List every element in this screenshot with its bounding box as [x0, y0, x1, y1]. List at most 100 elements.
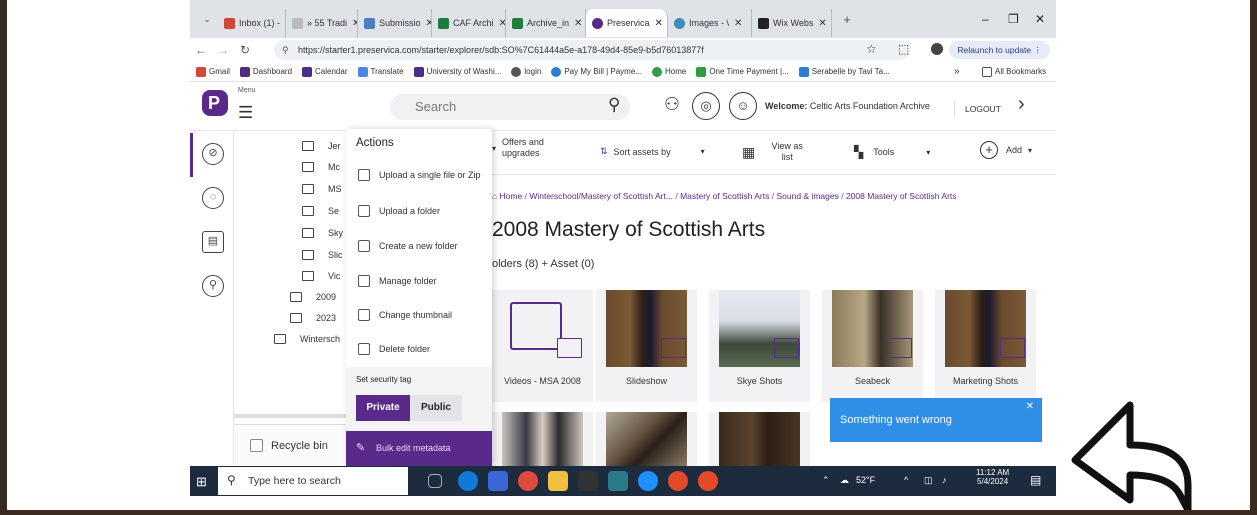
forward-icon[interactable]: →: [212, 43, 234, 57]
tray-chevron-icon[interactable]: ⌃: [822, 475, 830, 486]
logout-icon[interactable]: ›: [1018, 93, 1025, 116]
edge-icon[interactable]: [458, 471, 478, 491]
tab-wix[interactable]: Wix Webs ✕: [752, 9, 832, 37]
close-icon[interactable]: ✕: [574, 18, 582, 29]
folder-card[interactable]: [596, 412, 697, 466]
close-icon[interactable]: ✕: [734, 18, 742, 29]
discover-icon[interactable]: ◌: [202, 187, 224, 209]
bookmark-uw[interactable]: University of Washi...: [413, 66, 501, 77]
folder-card[interactable]: Slideshow: [596, 290, 697, 402]
tab-gmail[interactable]: Inbox (1) -✕: [218, 9, 286, 37]
tools-button[interactable]: ▚ Tools ▾: [854, 145, 930, 159]
url-input[interactable]: ⚲ https://starter1.preservica.com/starte…: [274, 40, 910, 60]
bookmark-paybill[interactable]: Pay My Bill | Payme...: [551, 66, 642, 77]
user-icon[interactable]: ☺: [729, 92, 757, 120]
delete-folder-item[interactable]: Delete folder: [358, 343, 430, 355]
more-bookmarks-button[interactable]: »: [954, 66, 960, 77]
tree-item[interactable]: MS: [302, 184, 342, 194]
sort-button[interactable]: ⇅ Sort assets by ▾: [600, 146, 705, 157]
tree-item[interactable]: Mc: [302, 162, 340, 172]
profile-icon[interactable]: [931, 43, 943, 55]
file-explorer-icon[interactable]: [548, 471, 568, 491]
tab-submission[interactable]: Submissio✕: [358, 9, 432, 37]
volume-icon[interactable]: ♪: [942, 475, 947, 485]
close-icon[interactable]: ✕: [818, 18, 826, 29]
tab-archive-in[interactable]: Archive_in ✕: [506, 9, 586, 37]
preservica-logo[interactable]: [202, 90, 228, 116]
private-button[interactable]: Private: [356, 395, 410, 421]
task-view-icon[interactable]: [428, 474, 442, 488]
bookmark-dashboard[interactable]: Dashboard: [239, 66, 292, 77]
upload-file-item[interactable]: Upload a single file or Zip: [358, 169, 481, 181]
bookmark-home[interactable]: Home: [651, 66, 686, 77]
close-icon[interactable]: ✕: [1026, 385, 1034, 429]
chrome-icon[interactable]: [668, 471, 688, 491]
app-icon[interactable]: [608, 471, 628, 491]
chrome-icon[interactable]: [698, 471, 718, 491]
logout-button[interactable]: LOGOUT: [954, 101, 1001, 117]
tree-item[interactable]: Slic: [302, 250, 343, 260]
extensions-icon[interactable]: ⬚: [898, 42, 909, 56]
tab-images[interactable]: Images - \ ✕: [668, 9, 752, 37]
folder-card[interactable]: [492, 412, 593, 466]
folder-card[interactable]: Marketing Shots: [935, 290, 1036, 402]
tree-scrollbar[interactable]: [234, 414, 346, 418]
manage-folder-item[interactable]: Manage folder: [358, 275, 437, 287]
tree-item[interactable]: Vic: [302, 271, 340, 281]
folder-card[interactable]: Skye Shots: [709, 290, 810, 402]
network-icon[interactable]: ◫: [924, 475, 933, 486]
tree-item[interactable]: Wintersch: [274, 334, 340, 344]
search-icon[interactable]: ⚲: [608, 95, 620, 115]
close-icon[interactable]: ✕: [499, 18, 505, 29]
breadcrumb-mastery[interactable]: Mastery of Scottish Arts: [680, 191, 769, 201]
public-button[interactable]: Public: [410, 395, 462, 421]
maximize-icon[interactable]: ❐: [1008, 12, 1019, 26]
bookmark-translate[interactable]: Translate: [357, 66, 404, 77]
relaunch-button[interactable]: Relaunch to update ⋮: [949, 41, 1050, 59]
explore-icon[interactable]: ⊘: [202, 143, 224, 165]
search-input[interactable]: Search: [390, 94, 630, 120]
windows-icon[interactable]: ⊞: [196, 474, 207, 490]
star-icon[interactable]: ☆: [866, 42, 877, 56]
bookmark-calendar[interactable]: Calendar: [302, 66, 348, 77]
bookmark-serabelle[interactable]: Serabelle by Tavi Ta...: [798, 66, 890, 77]
tree-item[interactable]: Se: [302, 206, 339, 216]
tab-tradition[interactable]: » 55 Tradi✕: [286, 9, 358, 37]
folder-card[interactable]: Videos - MSA 2008: [492, 290, 593, 402]
dropbox-icon[interactable]: [638, 471, 658, 491]
close-icon[interactable]: ✕: [655, 18, 663, 29]
folder-card[interactable]: Seabeck: [822, 290, 923, 402]
upload-folder-item[interactable]: Upload a folder: [358, 205, 440, 217]
folder-card[interactable]: [709, 412, 810, 466]
tree-item[interactable]: Sky: [302, 228, 343, 238]
clock[interactable]: 11:12 AM 5/4/2024: [976, 468, 1009, 486]
add-button[interactable]: + Add ▾: [980, 141, 1032, 159]
tree-item[interactable]: 2009: [290, 292, 336, 302]
back-icon[interactable]: ←: [190, 43, 212, 57]
hamburger-icon[interactable]: ☰: [238, 103, 253, 123]
minimize-icon[interactable]: –: [982, 12, 989, 26]
site-info-icon[interactable]: ⚲: [282, 40, 289, 60]
breadcrumb-sound-images[interactable]: Sound & images: [776, 191, 838, 201]
tab-preservica[interactable]: Preservica ✕: [586, 9, 668, 37]
close-window-icon[interactable]: ✕: [1035, 12, 1045, 26]
search-icon[interactable]: ⚲: [202, 275, 224, 297]
show-hidden-icon[interactable]: ^: [904, 475, 908, 485]
offers-button[interactable]: ▾ Offers and upgrades: [492, 137, 562, 159]
recycle-bin[interactable]: Recycle bin: [234, 424, 346, 466]
people-icon[interactable]: ⚇: [658, 92, 686, 120]
tab-caf-archive[interactable]: CAF Archi ✕: [432, 9, 506, 37]
bookmark-gmail[interactable]: Gmail: [196, 66, 230, 77]
bookmark-payment[interactable]: One Time Payment |...: [696, 66, 789, 77]
notifications-icon[interactable]: ▤: [1030, 473, 1041, 487]
bookmark-login[interactable]: login: [511, 66, 541, 77]
dashboard-icon[interactable]: ▤: [202, 231, 224, 253]
app-icon[interactable]: [488, 471, 508, 491]
breadcrumb-winterschool[interactable]: Winterschool/Mastery of Scottish Art...: [529, 191, 673, 201]
tab-search-icon[interactable]: ⌄: [196, 14, 218, 25]
chrome-icon[interactable]: [518, 471, 538, 491]
tree-item[interactable]: Jer: [302, 141, 341, 151]
taskbar-search[interactable]: Type here to search: [218, 467, 408, 495]
bulk-edit-button[interactable]: ✎ Bulk edit metadata: [346, 431, 492, 466]
processing-icon[interactable]: ◎: [692, 92, 720, 120]
